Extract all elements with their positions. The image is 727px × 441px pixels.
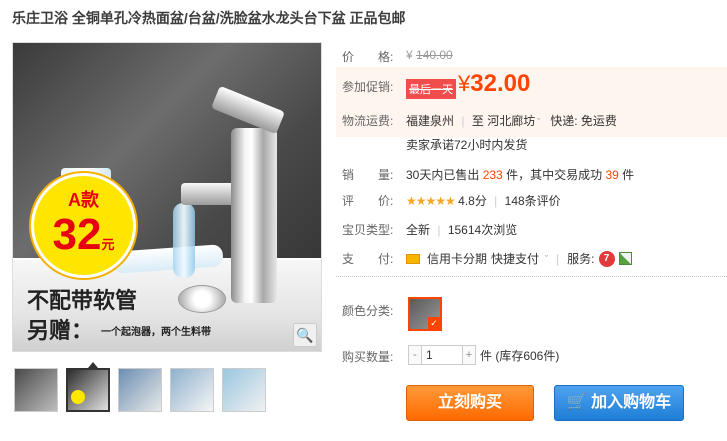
promo-gift: 另赠：	[27, 318, 94, 343]
thumbnail-strip	[14, 362, 274, 418]
color-option-a[interactable]: ✓	[408, 297, 442, 331]
installment-option[interactable]: 信用卡分期	[427, 250, 487, 267]
success-count: 39	[605, 168, 619, 182]
buy-now-button[interactable]: 立刻购买	[406, 385, 534, 421]
last-day-tag: 最后一天	[406, 79, 456, 99]
color-label: 颜色分类:	[342, 304, 394, 318]
ship-from: 福建泉州	[406, 114, 455, 128]
original-price: ¥ 140.00	[406, 48, 453, 62]
quantity-stepper: - + 件 (库存606件)	[408, 345, 559, 365]
cart-icon: 🛒	[566, 394, 587, 411]
selected-check-icon: ✓	[428, 317, 440, 329]
ship-to-select[interactable]: 河北廊坊	[487, 114, 535, 128]
payment-info: 信用卡分期 快捷支付 ˇ | 服务: 7	[406, 250, 632, 267]
drain-graphic	[178, 285, 226, 313]
fee-label: 快递:	[550, 114, 578, 128]
sold-count: 233	[482, 168, 503, 182]
promo-gift-detail: 一个起泡器，两个生料带	[101, 327, 211, 338]
sales-prefix: 30天内已售出	[406, 168, 480, 182]
thumbnail-badge	[71, 390, 85, 404]
condition: 全新	[406, 223, 431, 237]
promo-label: 参加促销:	[342, 80, 394, 94]
quantity-increase-button[interactable]: +	[462, 345, 476, 365]
fee-value: 免运费	[580, 114, 617, 128]
view-count: 15614次浏览	[447, 223, 518, 237]
original-price-value: 140.00	[416, 48, 453, 62]
star-rating-icon: ★★★★★	[406, 194, 456, 208]
review-count-link[interactable]: 148条评价	[505, 194, 561, 208]
ship-to-word: 至	[471, 114, 484, 128]
badge-model: A款	[68, 190, 99, 210]
chevron-down-icon[interactable]: ˇ	[537, 117, 540, 127]
current-price-currency: ¥	[458, 71, 471, 96]
divider	[336, 276, 727, 277]
chevron-down-icon[interactable]: ˇ	[545, 254, 548, 264]
thumbnail-4[interactable]	[170, 368, 214, 412]
sales-unit1: 件，其中交易成功	[506, 168, 603, 182]
water-stream-graphic	[173, 203, 195, 278]
price-badge: A款 32元	[31, 173, 136, 278]
thumbnail-1[interactable]	[14, 368, 58, 412]
credit-card-icon	[406, 253, 420, 264]
thumbnail-3[interactable]	[118, 368, 162, 412]
sales-label: 销 量:	[342, 168, 394, 182]
rating-score: 4.8分	[458, 194, 487, 208]
add-to-cart-button[interactable]: 🛒 加入购物车	[554, 385, 684, 421]
thumbnail-2[interactable]	[66, 368, 110, 412]
price-label: 价 格:	[342, 50, 394, 64]
quick-pay-option[interactable]: 快捷支付	[491, 250, 539, 267]
shipping-label: 物流运费:	[342, 114, 394, 128]
service-label: 服务:	[567, 252, 595, 266]
main-product-image[interactable]: A款 32元 不配带软管 另赠： 一个起泡器，两个生料带 🔍	[12, 42, 322, 352]
quantity-label: 购买数量:	[342, 350, 394, 364]
pay-sep: |	[556, 251, 560, 266]
rating-info[interactable]: ★★★★★ 4.8分 | 148条评价	[406, 192, 561, 209]
rating-label: 评 价:	[342, 194, 394, 208]
guarantee-icon[interactable]	[618, 252, 632, 265]
status-label: 宝贝类型:	[342, 223, 394, 237]
faucet-handle-graphic	[211, 85, 285, 135]
thumbnail-5[interactable]	[222, 368, 266, 412]
faucet-body-graphic	[231, 128, 277, 303]
sales-unit2: 件	[622, 168, 635, 182]
quantity-input[interactable]	[422, 345, 462, 365]
ship-promise: 卖家承诺72小时内发货	[406, 138, 528, 152]
badge-price: 32	[52, 210, 102, 259]
shipping-info: 福建泉州 | 至 河北廊坊 ˇ 快递: 免运费	[406, 112, 617, 129]
add-to-cart-label: 加入购物车	[591, 394, 672, 411]
product-title: 乐庄卫浴 全铜单孔冷热面盆/台盆/洗脸盆水龙头台下盆 正品包邮	[12, 10, 406, 26]
badge-unit: 元	[101, 237, 115, 252]
quantity-decrease-button[interactable]: -	[408, 345, 422, 365]
current-price-value: 32.00	[470, 70, 531, 97]
seven-day-return-icon[interactable]: 7	[598, 250, 615, 267]
sales-info: 30天内已售出 233 件，其中交易成功 39 件	[406, 166, 634, 183]
promo-no-hose: 不配带软管	[27, 288, 138, 313]
status-info: 全新 | 15614次浏览	[406, 221, 517, 238]
last-day-tag-text: 最后一天	[409, 84, 453, 96]
original-price-currency: ¥	[406, 48, 413, 62]
status-sep: |	[437, 223, 441, 237]
ship-sep: |	[461, 114, 465, 128]
stock-info: 件 (库存606件)	[480, 348, 560, 363]
payment-label: 支 付:	[342, 252, 394, 266]
magnifier-icon[interactable]: 🔍	[293, 323, 317, 347]
current-price: ¥32.00	[458, 70, 530, 98]
rating-sep: |	[494, 194, 498, 208]
